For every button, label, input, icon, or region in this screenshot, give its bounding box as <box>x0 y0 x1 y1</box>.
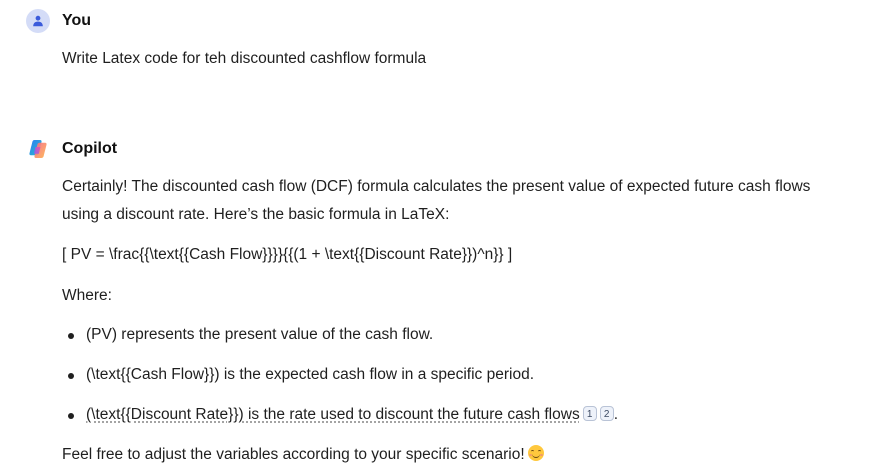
copilot-intro-line-1: Certainly! The discounted cash flow (DCF… <box>62 178 811 195</box>
latex-formula: [ PV = \frac{{\text{{Cash Flow}}}}{{(1 +… <box>62 246 513 263</box>
copilot-closing: Feel free to adjust the variables accord… <box>62 445 544 465</box>
user-avatar <box>26 9 50 33</box>
user-message-text: Write Latex code for teh discounted cash… <box>62 50 427 67</box>
copilot-avatar <box>26 137 50 161</box>
user-author-name: You <box>62 12 92 29</box>
where-label: Where: <box>62 287 112 304</box>
copilot-author-name: Copilot <box>62 140 118 157</box>
copilot-logo-icon <box>29 140 47 158</box>
user-message-header: You <box>26 9 91 33</box>
closing-text: Feel free to adjust the variables accord… <box>62 446 525 463</box>
citation-badge-1[interactable]: 1 <box>582 406 597 421</box>
cited-text: (\text{{Discount Rate}}) is the rate use… <box>86 406 580 423</box>
citation-badge-2[interactable]: 2 <box>599 406 614 421</box>
bullet-item-pv: (PV) represents the present value of the… <box>86 326 434 343</box>
bullet-dot <box>68 413 74 419</box>
copilot-message-header: Copilot <box>26 137 117 161</box>
bullet-item-discount-rate: (\text{{Discount Rate}}) is the rate use… <box>86 405 618 425</box>
bullet-dot <box>68 373 74 379</box>
smiling-face-emoji-icon <box>527 445 544 461</box>
copilot-intro-line-2: using a discount rate. Here’s the basic … <box>62 206 450 223</box>
bullet-item-cash-flow: (\text{{Cash Flow}}) is the expected cas… <box>86 366 535 383</box>
bullet-end-period: . <box>613 406 619 423</box>
person-icon <box>33 15 43 27</box>
bullet-dot <box>68 333 74 339</box>
